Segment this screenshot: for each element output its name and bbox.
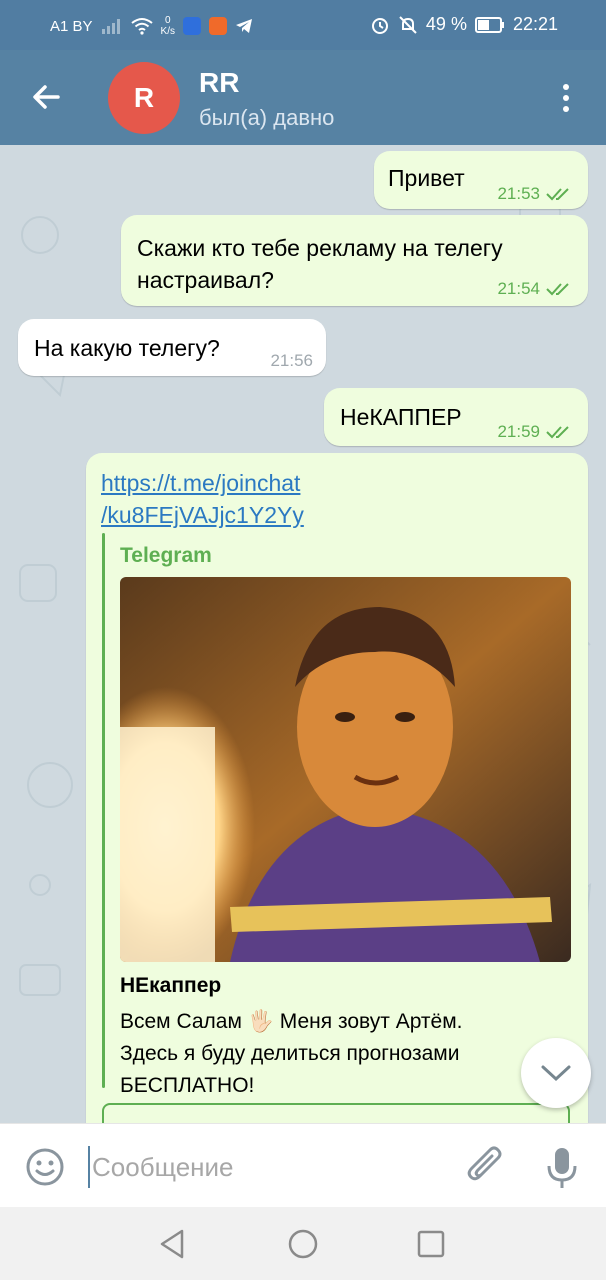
status-bar-right: 49 % 22:21 — [370, 14, 558, 35]
link-preview-desc-line: Здесь я буду делиться прогнозами — [120, 1042, 460, 1065]
chevron-down-icon — [541, 1065, 571, 1082]
message-bubble-outgoing[interactable]: НеКАППЕР 21:59 — [324, 388, 588, 446]
message-bubble-outgoing[interactable]: Привет 21:53 — [374, 151, 588, 209]
link-preview-title: НЕкаппер — [120, 974, 222, 997]
network-speed-unit: K/s — [160, 26, 175, 37]
link-text[interactable]: https://t.me/joinchat /ku8FEjVAJjc1Y2Yy — [101, 467, 304, 531]
message-meta: 21:53 — [497, 184, 574, 204]
desc-text: Меня зовут Артём. — [279, 1010, 463, 1033]
nav-home-button[interactable] — [286, 1227, 320, 1261]
message-meta: 21:59 — [497, 422, 574, 442]
triangle-back-icon — [160, 1229, 184, 1259]
last-seen-status: был(а) давно — [199, 105, 335, 130]
chat-title[interactable]: RR — [199, 67, 239, 99]
link-preview-photo — [120, 577, 571, 962]
more-vertical-icon-dot — [563, 84, 569, 90]
arrow-left-icon — [33, 85, 60, 109]
app-notification-icon — [208, 17, 227, 35]
shield-app-icon — [182, 17, 201, 35]
message-text: Скажи кто тебе рекламу на телегу настраи… — [137, 232, 503, 296]
carrier-label: A1 BY — [50, 17, 93, 35]
nav-back-button[interactable] — [156, 1227, 190, 1261]
paperclip-icon — [467, 1146, 502, 1181]
message-text: Привет — [388, 165, 465, 191]
double-check-icon — [546, 426, 569, 439]
attach-button[interactable] — [466, 1146, 506, 1188]
clock: 22:21 — [512, 14, 558, 34]
message-meta: 21:56 — [270, 351, 313, 371]
battery-percent: 49 % — [425, 14, 467, 34]
message-time: 21:59 — [497, 422, 540, 441]
message-text: На какую телегу? — [34, 335, 220, 361]
nav-recents-button[interactable] — [414, 1227, 448, 1261]
desc-text: Всем Салам — [120, 1010, 242, 1033]
square-recents-icon — [417, 1230, 445, 1258]
raised-hand-emoji: 🖐🏻 — [247, 1010, 274, 1033]
link-preview-image[interactable] — [120, 577, 571, 962]
chat-header: R RR был(а) давно — [0, 50, 606, 145]
system-navigation-bar — [0, 1207, 606, 1280]
link-preview-desc-line: БЕСПЛАТНО! — [120, 1074, 255, 1097]
status-bar-left: A1 BY 0 K/s — [50, 15, 253, 37]
more-vertical-icon-dot — [563, 106, 569, 112]
network-speed: 0 K/s — [161, 15, 175, 37]
microphone-icon — [547, 1148, 577, 1188]
link-line[interactable]: https://t.me/joinchat — [101, 467, 304, 499]
message-text: НеКАППЕР — [340, 404, 462, 430]
message-bubble-outgoing[interactable]: Скажи кто тебе рекламу на телегу настраи… — [121, 215, 588, 306]
double-check-icon — [546, 283, 569, 296]
more-vertical-icon-dot — [563, 95, 569, 101]
emoji-button[interactable] — [25, 1147, 65, 1187]
more-menu-button[interactable] — [552, 80, 580, 116]
link-preview-desc-line: Всем Салам 🖐🏻 Меня зовут Артём. — [120, 1006, 463, 1038]
double-check-icon — [546, 188, 569, 201]
status-bar: A1 BY 0 K/s 49 % 22:21 — [0, 0, 606, 50]
message-time: 21:54 — [497, 279, 540, 298]
message-input[interactable] — [88, 1146, 438, 1188]
message-meta: 21:54 — [497, 279, 574, 299]
message-list[interactable]: Привет 21:53 Скажи кто тебе рекламу на т… — [0, 145, 606, 1123]
instant-view-button[interactable] — [102, 1103, 570, 1123]
link-line[interactable]: /ku8FEjVAJjc1Y2Yy — [101, 499, 304, 531]
link-preview-description: Всем Салам 🖐🏻 Меня зовут Артём. Здесь я … — [120, 1006, 463, 1102]
link-preview-accent-bar — [102, 533, 105, 1088]
message-text-line: настраивал? — [137, 267, 274, 293]
signal-icon — [101, 19, 120, 34]
wifi-icon — [130, 18, 153, 35]
message-time: 21:56 — [270, 351, 313, 370]
back-button[interactable] — [30, 80, 64, 114]
network-speed-value: 0 — [164, 15, 171, 26]
message-text-line: Скажи кто тебе рекламу на телегу — [137, 235, 503, 261]
scroll-down-button[interactable] — [521, 1038, 591, 1108]
message-composer — [0, 1123, 606, 1207]
avatar[interactable]: R — [108, 62, 180, 134]
smile-icon — [26, 1148, 64, 1186]
mute-icon — [399, 15, 417, 34]
message-time: 21:53 — [497, 184, 540, 203]
link-preview-site: Telegram — [120, 544, 212, 567]
battery-icon — [474, 16, 504, 33]
message-bubble-incoming[interactable]: На какую телегу? 21:56 — [18, 319, 326, 376]
alarm-icon — [371, 17, 388, 34]
circle-home-icon — [288, 1229, 318, 1259]
voice-message-button[interactable] — [545, 1146, 579, 1190]
telegram-icon — [235, 19, 252, 33]
